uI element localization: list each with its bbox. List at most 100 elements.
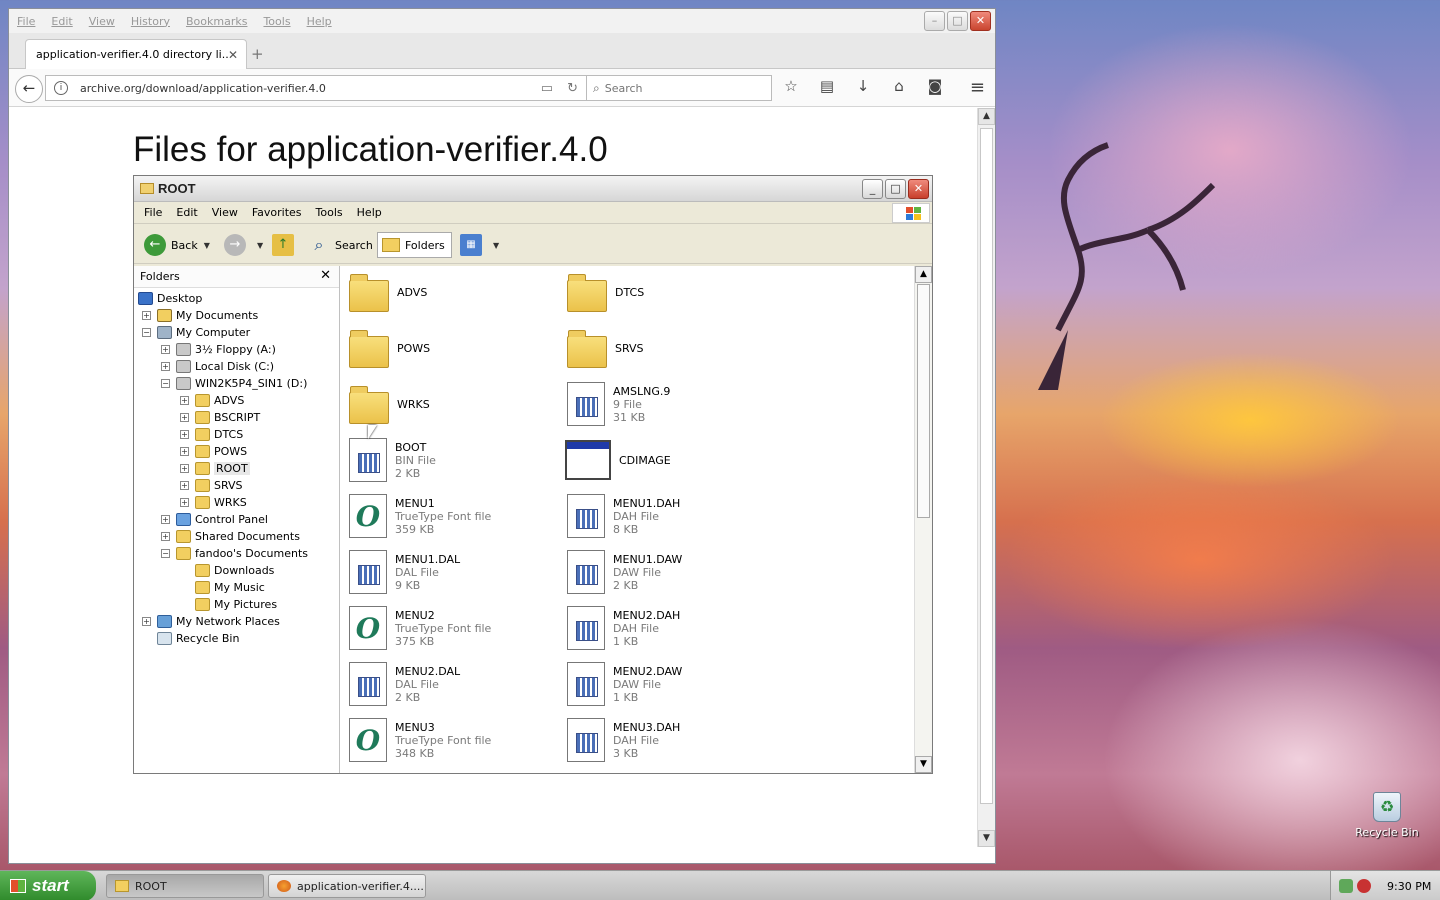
tree-item-my-documents[interactable]: + My Documents (134, 307, 339, 324)
file-item[interactable]: DTCS (567, 272, 644, 312)
explorer-minimize-button[interactable]: _ (862, 179, 883, 199)
menu-help[interactable]: Help (307, 15, 332, 28)
search-input[interactable] (604, 81, 755, 95)
close-button[interactable]: ✕ (970, 11, 991, 31)
views-toolbar-button[interactable]: ▦ ▼ (460, 232, 499, 258)
expand-icon[interactable]: + (161, 345, 170, 354)
tree-item-srvs[interactable]: + SRVS (134, 477, 339, 494)
file-item[interactable]: SRVS (567, 328, 644, 368)
explorer-menu-tools[interactable]: Tools (316, 206, 343, 219)
search-box[interactable]: ⌕ (586, 75, 772, 101)
expand-icon[interactable]: + (161, 532, 170, 541)
chevron-down-icon[interactable]: ▼ (493, 241, 499, 250)
file-item[interactable]: O MENU1 TrueType Font file 359 KB (349, 494, 491, 538)
file-item[interactable]: MENU1.DAL DAL File 9 KB (349, 550, 460, 594)
tab-close-icon[interactable]: ✕ (228, 48, 238, 62)
file-item[interactable]: MENU1.DAH DAH File 8 KB (567, 494, 680, 538)
explorer-menu-edit[interactable]: Edit (176, 206, 197, 219)
minimize-button[interactable]: – (924, 11, 945, 31)
network-tray-icon[interactable] (1339, 879, 1353, 893)
collapse-icon[interactable]: − (142, 328, 151, 337)
tree-item-root[interactable]: + ROOT (134, 460, 339, 477)
chevron-down-icon[interactable]: ▼ (257, 241, 263, 250)
start-button[interactable]: start (0, 871, 96, 900)
tree-item-my-music[interactable]: My Music (134, 579, 339, 596)
file-item[interactable]: MENU3.DAH DAH File 3 KB (567, 718, 680, 762)
file-item[interactable]: CDIMAGE (565, 440, 671, 480)
up-folder-button[interactable]: ↑ (272, 232, 299, 258)
file-item[interactable]: MENU1.DAW DAW File 2 KB (567, 550, 682, 594)
file-item[interactable]: MENU2.DAL DAL File 2 KB (349, 662, 460, 706)
menu-view[interactable]: View (89, 15, 115, 28)
explorer-menu-help[interactable]: Help (357, 206, 382, 219)
file-item[interactable]: POWS (349, 328, 430, 368)
tree-item-my-computer[interactable]: − My Computer (134, 324, 339, 341)
explorer-maximize-button[interactable]: □ (885, 179, 906, 199)
maximize-button[interactable]: □ (947, 11, 968, 31)
hamburger-menu-icon[interactable]: ≡ (970, 77, 985, 98)
tree-item-recycle-bin[interactable]: Recycle Bin (134, 630, 339, 647)
scrollbar-thumb[interactable] (980, 128, 993, 804)
tree-item-cd-drive[interactable]: − WIN2K5P4_SIN1 (D:) (134, 375, 339, 392)
new-tab-icon[interactable]: + (251, 45, 264, 63)
expand-icon[interactable]: + (180, 413, 189, 422)
expand-icon[interactable]: + (180, 464, 189, 473)
taskbar-button-root[interactable]: ROOT (106, 874, 264, 898)
tree-item-control-panel[interactable]: + Control Panel (134, 511, 339, 528)
tree-item-user-documents[interactable]: − fandoo's Documents (134, 545, 339, 562)
folders-toolbar-button[interactable]: Folders (377, 232, 452, 258)
expand-icon[interactable]: + (180, 396, 189, 405)
tree-item-network-places[interactable]: + My Network Places (134, 613, 339, 630)
bookmark-star-icon[interactable]: ☆ (781, 77, 801, 95)
expand-icon[interactable]: + (180, 430, 189, 439)
reload-icon[interactable]: ↻ (567, 81, 578, 96)
file-item[interactable]: BOOT BIN File 2 KB (349, 438, 436, 482)
expand-icon[interactable]: + (180, 447, 189, 456)
menu-tools[interactable]: Tools (263, 15, 290, 28)
back-toolbar-button[interactable]: ← Back ▼ (144, 232, 210, 258)
collapse-icon[interactable]: − (161, 379, 170, 388)
expand-icon[interactable]: + (180, 498, 189, 507)
file-item[interactable]: ADVS (349, 272, 427, 312)
url-bar[interactable]: i archive.org/download/application-verif… (45, 75, 587, 101)
tree-item-shared-documents[interactable]: + Shared Documents (134, 528, 339, 545)
expand-icon[interactable]: + (180, 481, 189, 490)
scroll-up-icon[interactable]: ▲ (915, 266, 932, 283)
explorer-menu-view[interactable]: View (212, 206, 238, 219)
tree-item-my-pictures[interactable]: My Pictures (134, 596, 339, 613)
scrollbar-thumb[interactable] (917, 284, 930, 518)
file-item[interactable]: MENU2.DAW DAW File 1 KB (567, 662, 682, 706)
explorer-menu-favorites[interactable]: Favorites (252, 206, 302, 219)
expand-icon[interactable]: + (161, 362, 170, 371)
expand-icon[interactable]: + (142, 311, 151, 320)
explorer-close-button[interactable]: ✕ (908, 179, 929, 199)
downloads-icon[interactable]: ↓ (853, 77, 873, 95)
info-icon[interactable]: i (54, 81, 68, 95)
page-scrollbar[interactable]: ▲ ▼ (977, 108, 995, 847)
file-item[interactable]: O MENU3 TrueType Font file 348 KB (349, 718, 491, 762)
collapse-icon[interactable]: − (161, 549, 170, 558)
explorer-menu-file[interactable]: File (144, 206, 162, 219)
tree-item-pows[interactable]: + POWS (134, 443, 339, 460)
file-item[interactable]: AMSLNG.9 9 File 31 KB (567, 382, 670, 426)
menu-edit[interactable]: Edit (51, 15, 72, 28)
desktop-recycle-bin[interactable]: ♻ Recycle Bin (1352, 792, 1422, 839)
scroll-up-icon[interactable]: ▲ (978, 108, 995, 125)
file-list-scrollbar[interactable]: ▲ ▼ (914, 266, 932, 773)
file-item[interactable]: MENU2.DAH DAH File 1 KB (567, 606, 680, 650)
menu-bookmarks[interactable]: Bookmarks (186, 15, 247, 28)
close-pane-icon[interactable]: ✕ (320, 268, 331, 283)
chevron-down-icon[interactable]: ▼ (204, 241, 210, 250)
tree-item-bscript[interactable]: + BSCRIPT (134, 409, 339, 426)
tree-item-dtcs[interactable]: + DTCS (134, 426, 339, 443)
expand-icon[interactable]: + (161, 515, 170, 524)
menu-history[interactable]: History (131, 15, 170, 28)
pocket-icon[interactable]: ◙ (925, 77, 945, 95)
tab-active[interactable]: application-verifier.4.0 directory li...… (25, 39, 247, 69)
file-item[interactable]: WRKS (349, 384, 430, 424)
scroll-down-icon[interactable]: ▼ (915, 756, 932, 773)
tree-item-local-disk[interactable]: + Local Disk (C:) (134, 358, 339, 375)
reader-view-icon[interactable]: ▭ (541, 81, 553, 96)
tree-item-downloads[interactable]: Downloads (134, 562, 339, 579)
taskbar-button-firefox[interactable]: application-verifier.4.... (268, 874, 426, 898)
